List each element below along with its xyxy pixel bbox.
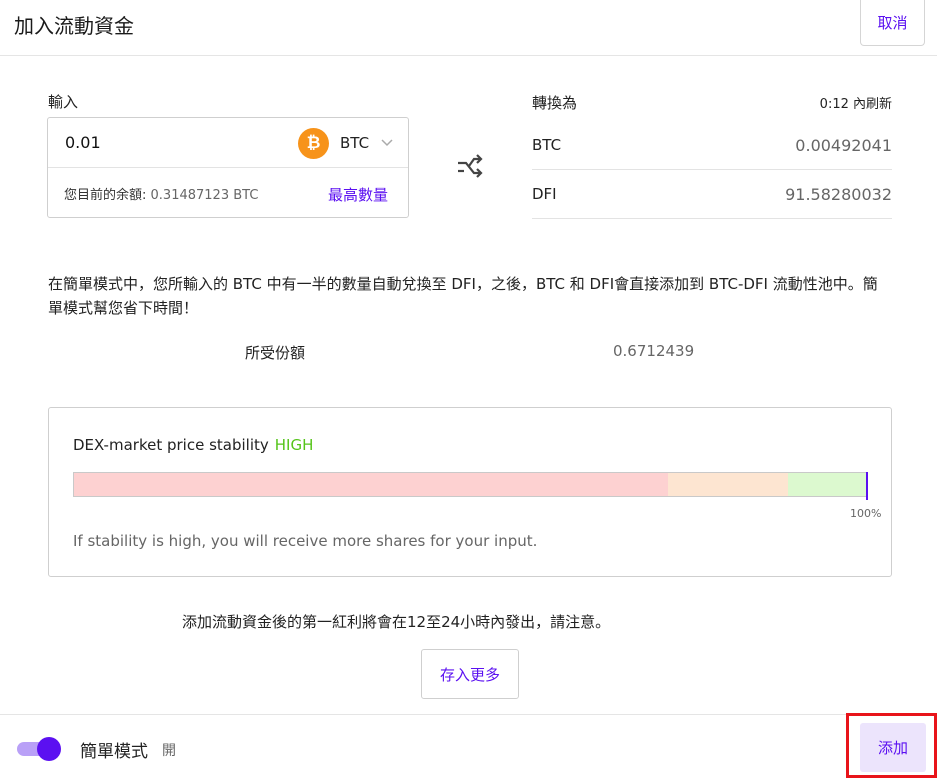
simple-mode-toggle[interactable] <box>15 737 61 761</box>
share-label: 所受份額 <box>245 344 306 362</box>
balance-label: 您目前的余額: <box>64 188 147 203</box>
share-value: 0.6712439 <box>613 342 695 360</box>
stability-title: DEX-market price stability HIGH <box>73 436 313 454</box>
balance-row: 您目前的余額: 0.31487123 BTC <box>64 184 258 203</box>
stability-note: If stability is high, you will receive m… <box>73 532 538 550</box>
chevron-down-icon <box>381 139 393 147</box>
amount-input-box: 0.01 ₿ BTC 您目前的余額: 0.31487123 BTC 最高數量 <box>47 117 409 218</box>
stability-segment-high <box>787 473 867 496</box>
simple-mode-description: 在簡單模式中，您所輸入的 BTC 中有一半的數量自動兌換至 DFI，之後，BTC… <box>48 275 878 317</box>
add-button[interactable]: 添加 <box>860 723 926 772</box>
conversion-row: BTC 0.00492041 <box>532 121 892 170</box>
stability-percent: 100% <box>850 507 882 520</box>
simple-mode-state: 開 <box>162 743 176 759</box>
token-label: BTC <box>340 134 370 152</box>
conversion-row: DFI 91.58280032 <box>532 170 892 219</box>
stability-title-text: DEX-market price stability <box>73 436 269 454</box>
token-select[interactable]: ₿ BTC <box>298 127 393 159</box>
simple-mode-label: 簡單模式 <box>80 742 148 762</box>
stability-marker <box>866 472 868 500</box>
deposit-more-button[interactable]: 存入更多 <box>421 649 519 699</box>
stability-card: DEX-market price stability HIGH 100% If s… <box>48 407 892 577</box>
conversion-symbol: DFI <box>532 185 557 203</box>
conversion-symbol: BTC <box>532 136 562 154</box>
max-amount-button[interactable]: 最高數量 <box>328 184 388 205</box>
page-title: 加入流動資金 <box>14 14 134 38</box>
footer: 簡單模式 開 <box>0 714 937 778</box>
amount-input[interactable]: 0.01 <box>65 133 101 152</box>
stability-bar <box>73 472 868 497</box>
dividend-notice: 添加流動資金後的第一紅利將會在12至24小時內發出，請注意。 <box>182 613 611 631</box>
conversion-value: 91.58280032 <box>785 185 892 204</box>
amount-input-row: 0.01 ₿ BTC <box>48 118 408 168</box>
balance-value: 0.31487123 BTC <box>150 188 259 203</box>
conversion-value: 0.00492041 <box>795 136 892 155</box>
stability-segment-medium <box>667 473 788 496</box>
stability-segment-low <box>74 473 668 496</box>
stability-level: HIGH <box>274 436 314 454</box>
header: 加入流動資金 取消 <box>0 0 937 56</box>
input-label: 輸入 <box>48 93 79 111</box>
refresh-timer: 0:12 內刷新 <box>819 97 892 112</box>
bitcoin-icon: ₿ <box>298 127 329 159</box>
conversion-title: 轉換為 <box>532 94 578 112</box>
shuffle-icon <box>458 154 483 178</box>
toggle-knob <box>37 737 61 761</box>
cancel-button[interactable]: 取消 <box>860 0 925 46</box>
